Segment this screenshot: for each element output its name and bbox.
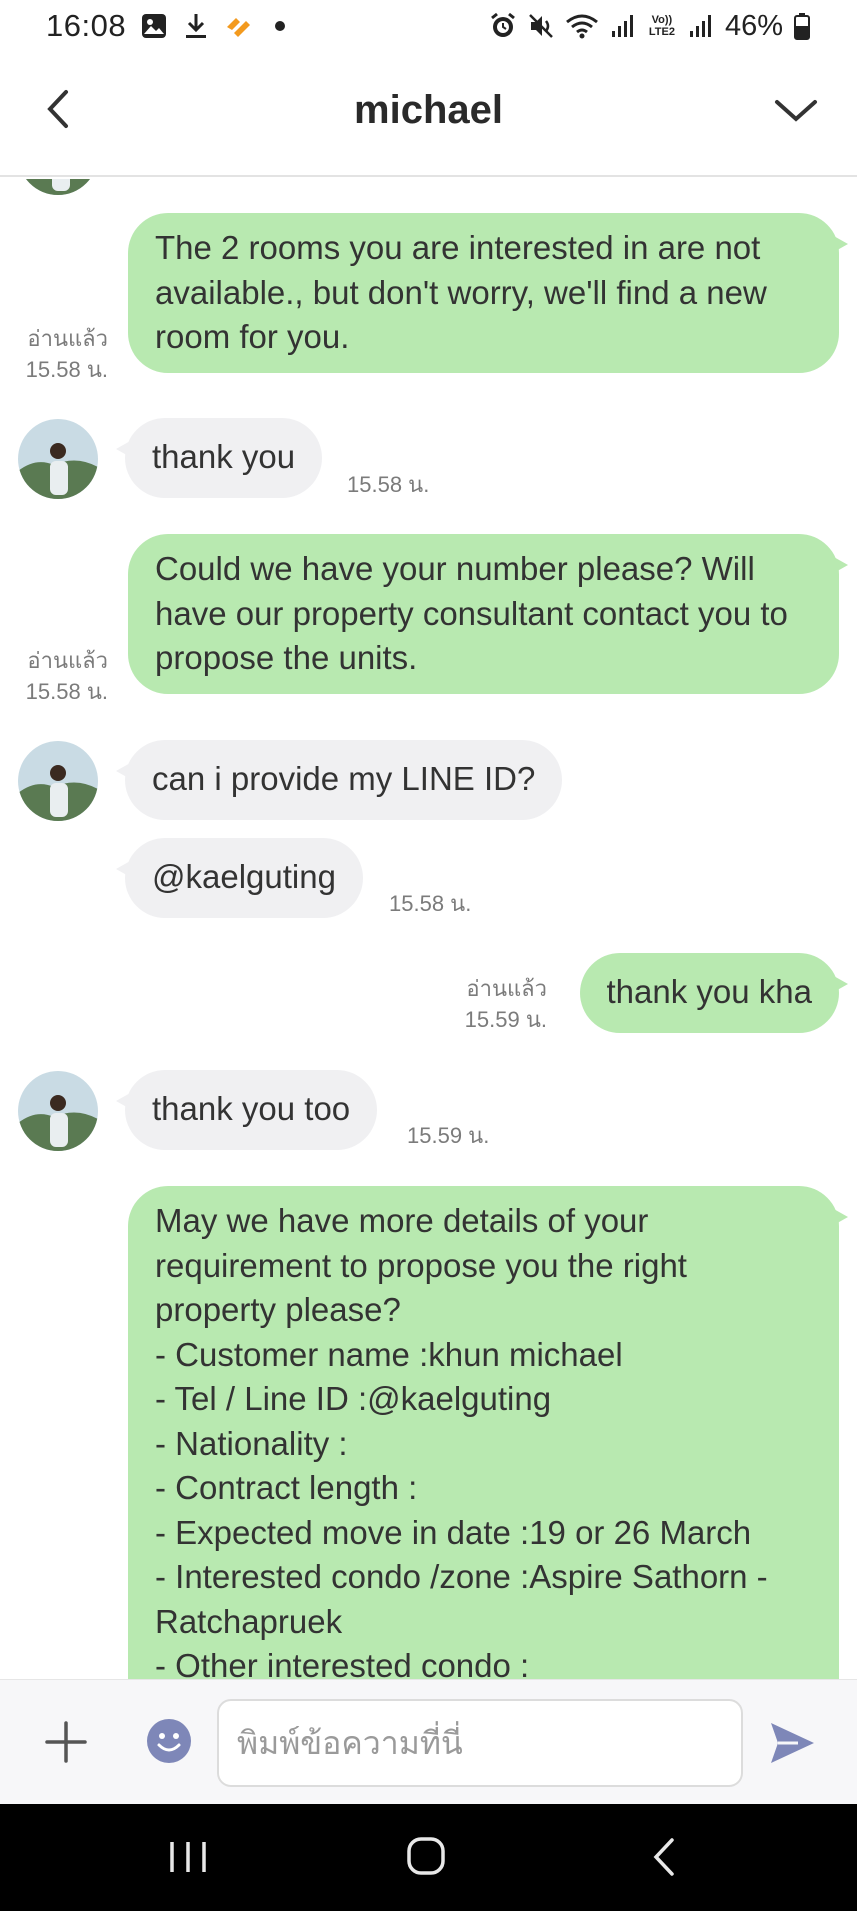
message-bubble-outgoing[interactable]: The 2 rooms you are interested in are no… bbox=[128, 213, 848, 373]
message-bubble-outgoing[interactable]: May we have more details of your require… bbox=[128, 1186, 848, 1679]
emoji-icon[interactable] bbox=[146, 1718, 192, 1764]
message-list[interactable]: อ่านแล้ว 15.58 น. The 2 rooms you are in… bbox=[0, 179, 857, 1679]
read-status: อ่านแล้ว 15.59 น. bbox=[407, 973, 547, 1035]
message-time: 15.58 น. bbox=[25, 679, 108, 704]
recent-apps-icon[interactable] bbox=[158, 1834, 218, 1880]
message-time: 15.58 น. bbox=[25, 357, 108, 382]
message-line: - Nationality : bbox=[155, 1424, 348, 1462]
contact-avatar[interactable] bbox=[18, 1071, 98, 1151]
message-line: May we have more details of your bbox=[155, 1202, 649, 1239]
system-nav-bar bbox=[0, 1804, 857, 1911]
chat-header: michael bbox=[0, 52, 857, 177]
message-bubble-incoming[interactable]: @kaelguting bbox=[116, 838, 363, 918]
signal-icon bbox=[687, 12, 715, 40]
back-nav-icon[interactable] bbox=[636, 1834, 696, 1880]
signal-icon bbox=[609, 12, 637, 40]
send-icon[interactable] bbox=[768, 1720, 816, 1766]
read-label: อ่านแล้ว bbox=[27, 326, 108, 351]
message-bubble-incoming[interactable]: thank you too bbox=[115, 1070, 378, 1150]
message-time: 15.58 น. bbox=[347, 472, 430, 497]
message-bubble-incoming[interactable]: thank you bbox=[115, 418, 323, 498]
download-icon bbox=[182, 12, 210, 40]
message-line: Ratchapruek bbox=[155, 1602, 343, 1640]
dot-icon bbox=[266, 12, 294, 40]
battery-icon bbox=[793, 12, 811, 40]
status-time: 16:08 bbox=[46, 8, 127, 43]
message-line: - Other interested condo : bbox=[155, 1647, 530, 1679]
message-bubble-outgoing[interactable]: thank you kha bbox=[579, 953, 849, 1033]
battery-percent: 46% bbox=[724, 9, 783, 42]
read-status: อ่านแล้ว 15.58 น. bbox=[8, 645, 108, 707]
image-icon bbox=[140, 12, 168, 40]
message-line: - Tel / Line ID :@kaelguting bbox=[155, 1380, 552, 1417]
message-input[interactable] bbox=[217, 1699, 743, 1787]
plus-icon[interactable] bbox=[44, 1720, 88, 1764]
home-icon[interactable] bbox=[397, 1834, 457, 1880]
message-line: - Contract length : bbox=[155, 1469, 418, 1506]
message-time: 15.59 น. bbox=[464, 1007, 547, 1032]
chevron-down-icon[interactable] bbox=[771, 92, 821, 128]
message-line: requirement to propose you the right bbox=[155, 1246, 687, 1284]
contact-avatar[interactable] bbox=[18, 179, 98, 195]
read-label: อ่านแล้ว bbox=[466, 976, 547, 1001]
alarm-icon bbox=[489, 12, 517, 40]
message-bubble-incoming[interactable]: can i provide my LINE ID? bbox=[115, 740, 563, 820]
mute-icon bbox=[527, 12, 555, 40]
message-line: - Expected move in date :19 or 26 March bbox=[155, 1513, 752, 1551]
wifi-icon bbox=[565, 12, 599, 40]
message-line: - Interested condo /zone :Aspire Sathorn… bbox=[155, 1558, 768, 1595]
message-bubble-outgoing[interactable]: Could we have your number please? Will h… bbox=[128, 534, 848, 694]
read-status: อ่านแล้ว 15.58 น. bbox=[8, 323, 108, 385]
message-time: 15.59 น. bbox=[407, 1123, 490, 1148]
app-notification-icon bbox=[224, 12, 252, 40]
chat-title: michael bbox=[354, 88, 503, 132]
contact-avatar[interactable] bbox=[18, 741, 98, 821]
status-bar: 16:08 Vo)) LTE2 46% bbox=[0, 0, 857, 52]
message-composer bbox=[0, 1679, 857, 1804]
message-time: 15.58 น. bbox=[389, 891, 472, 916]
message-line: - Customer name :khun michael bbox=[155, 1335, 623, 1373]
contact-avatar[interactable] bbox=[18, 419, 98, 499]
volte-icon: Vo)) LTE2 bbox=[648, 14, 675, 38]
message-line: property please? bbox=[155, 1291, 401, 1328]
read-label: อ่านแล้ว bbox=[27, 648, 108, 673]
